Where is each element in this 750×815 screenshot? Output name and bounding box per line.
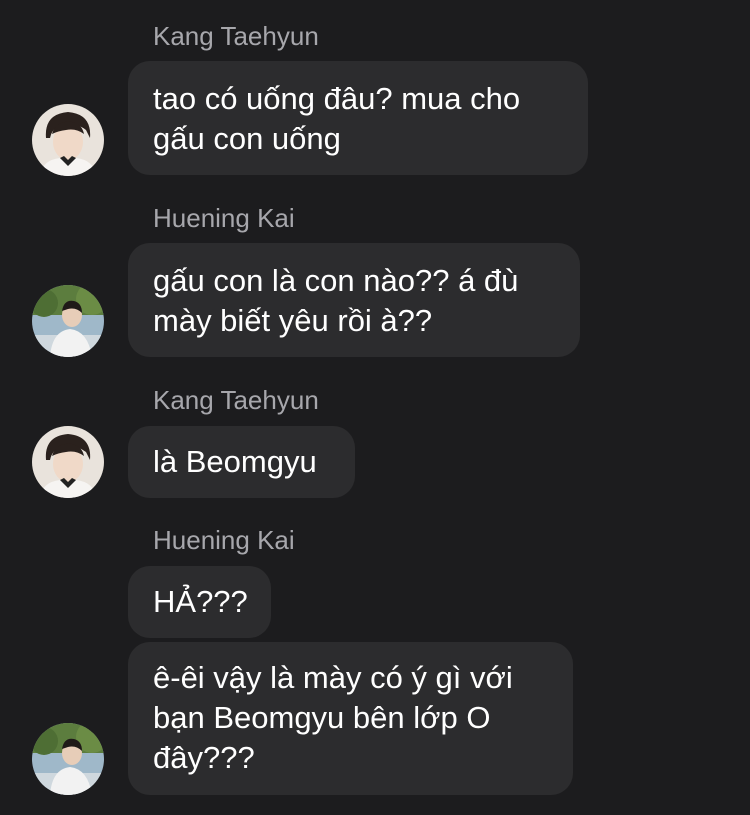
message-bubble[interactable]: tao có uống đâu? mua cho gấu con uống (128, 61, 588, 175)
message-line: là Beomgyu (153, 444, 317, 479)
sender-name: Huening Kai (153, 203, 295, 233)
message-bubble[interactable]: HẢ??? (128, 566, 271, 638)
outdoor-portrait-avatar-icon (32, 723, 104, 795)
message-line: ê-êi vậy là mày có ý gì với (153, 660, 513, 695)
message-line: mày biết yêu rồi à?? (153, 303, 433, 338)
message-line: bạn Beomgyu bên lớp O (153, 700, 491, 735)
message-line: HẢ??? (153, 584, 248, 619)
message-bubble[interactable]: gấu con là con nào?? á đù mày biết yêu r… (128, 243, 580, 357)
message-line: đây??? (153, 740, 255, 775)
sender-name: Huening Kai (153, 525, 295, 555)
message-line: tao có uống đâu? mua cho (153, 81, 521, 116)
huening-kai-avatar[interactable] (32, 723, 104, 795)
outdoor-portrait-avatar-icon (32, 285, 104, 357)
portrait-avatar-icon (32, 426, 104, 498)
message-bubble[interactable]: là Beomgyu (128, 426, 355, 498)
kang-taehyun-avatar[interactable] (32, 104, 104, 176)
message-line: gấu con uống (153, 121, 341, 156)
sender-name: Kang Taehyun (153, 385, 319, 415)
message-line: gấu con là con nào?? á đù (153, 263, 519, 298)
message-bubble[interactable]: ê-êi vậy là mày có ý gì với bạn Beomgyu … (128, 642, 573, 795)
huening-kai-avatar[interactable] (32, 285, 104, 357)
kang-taehyun-avatar[interactable] (32, 426, 104, 498)
sender-name: Kang Taehyun (153, 21, 319, 51)
portrait-avatar-icon (32, 104, 104, 176)
